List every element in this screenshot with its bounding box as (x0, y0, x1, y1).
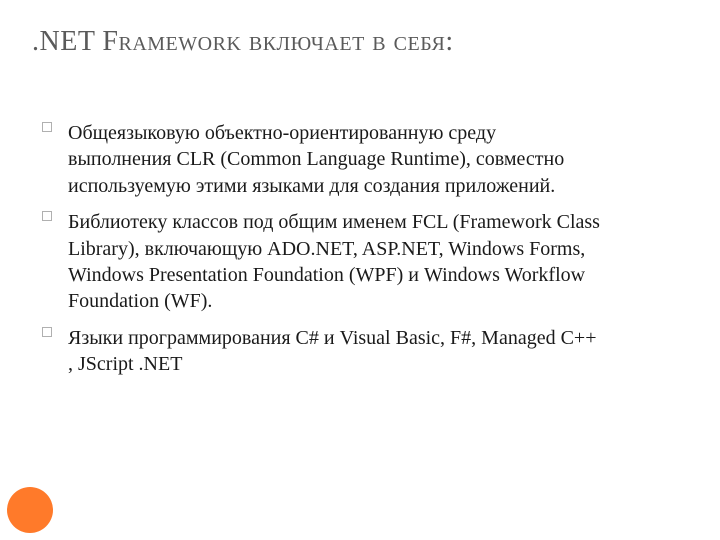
square-bullet-icon (42, 122, 52, 132)
list-item: Языки программирования C# и Visual Basic… (42, 325, 602, 378)
slide: .NET Framework включает в себя: Общеязык… (0, 0, 720, 540)
square-bullet-icon (42, 327, 52, 337)
slide-body: Общеязыковую объектно-ориентированную ср… (42, 120, 602, 388)
list-item: Библиотеку классов под общим именем FCL … (42, 209, 602, 315)
slide-title: .NET Framework включает в себя: (32, 26, 454, 58)
orange-circle-decoration (7, 487, 53, 533)
list-item-text: Общеязыковую объектно-ориентированную ср… (68, 122, 564, 197)
list-item: Общеязыковую объектно-ориентированную ср… (42, 120, 602, 199)
list-item-text: Библиотеку классов под общим именем FCL … (68, 211, 600, 312)
list-item-text: Языки программирования C# и Visual Basic… (68, 327, 597, 375)
square-bullet-icon (42, 211, 52, 221)
